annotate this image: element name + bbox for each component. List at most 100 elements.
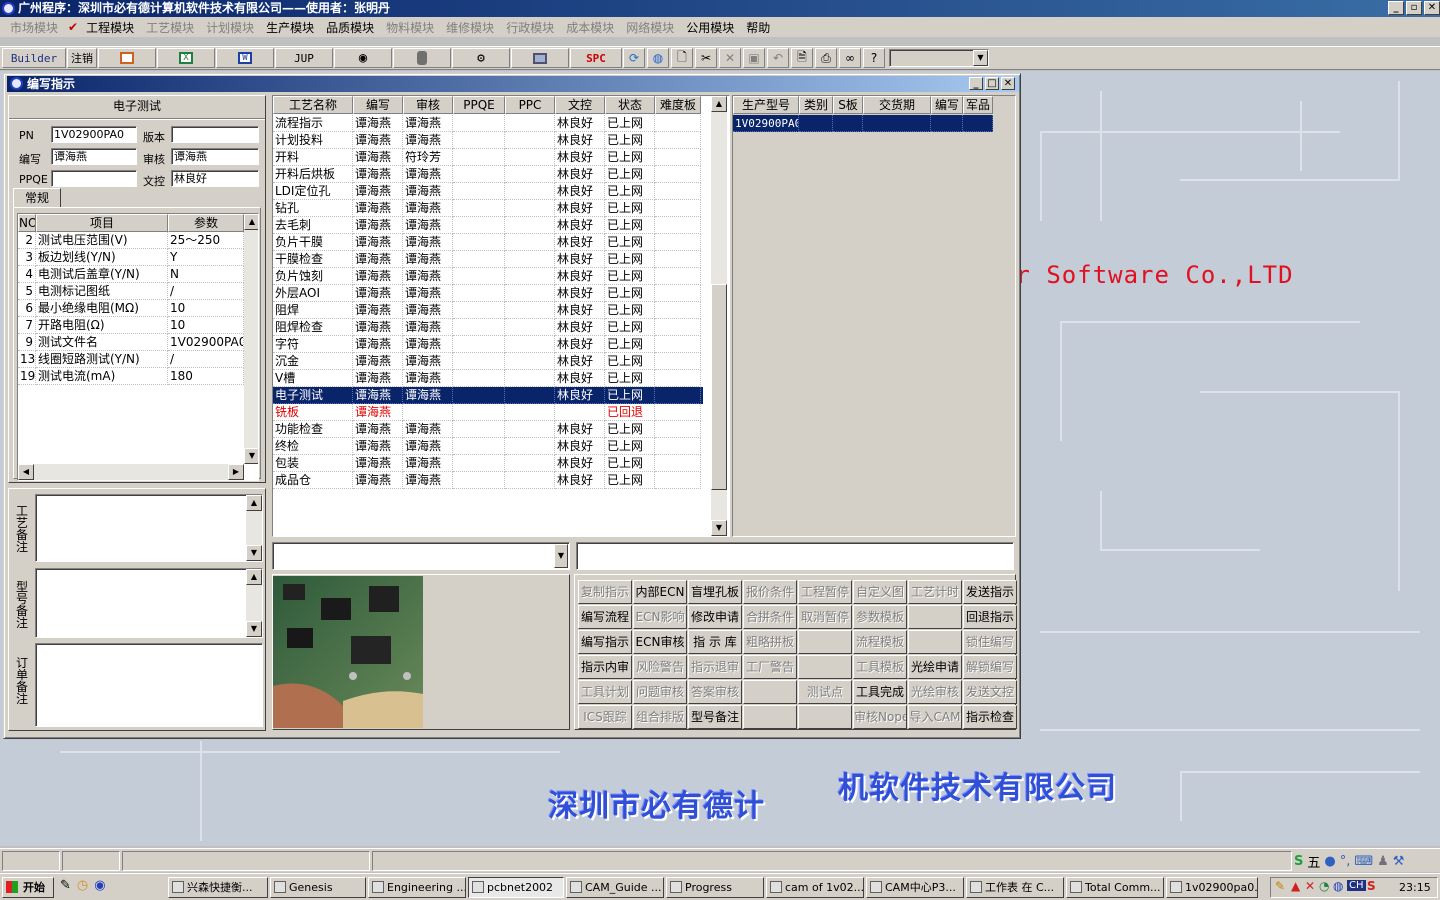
menu-item-11[interactable]: 公用模块 [680,19,740,36]
action-button-1-2[interactable]: 修改申请 [688,605,742,629]
param-row[interactable]: 3 板边划线(Y/N) Y [18,249,244,266]
process-row[interactable]: 去毛刺 谭海燕 谭海燕 林良好 已上网 [273,217,703,234]
ppt-button[interactable] [98,48,156,68]
model-header-3[interactable]: 交货期 [863,96,931,114]
action-button-4-0[interactable]: 工具计划 [578,680,632,704]
taskbar-item-9[interactable]: Total Comm... [1066,877,1164,898]
action-button-5-7[interactable]: 指示检查 [963,705,1017,729]
spc-button[interactable]: SPC [570,48,622,68]
model-header-0[interactable]: 生产型号 [733,96,799,114]
menu-item-12[interactable]: 帮助 [740,19,776,36]
window-maximize-button[interactable]: □ [985,77,999,90]
action-button-0-4[interactable]: 工程暂停 [798,580,852,604]
taskbar-item-7[interactable]: CAM中心P3... [866,877,964,898]
print-button[interactable]: ⎙ [815,48,837,68]
action-button-3-2[interactable]: 指示退审 [688,655,742,679]
keyboard-icon[interactable]: ⌨ [1354,854,1373,869]
model-note-field[interactable]: ▲ ▼ [35,568,263,638]
window-minimize-button[interactable]: _ [969,77,983,90]
database-button[interactable] [393,48,451,68]
excel-button[interactable]: X [157,48,215,68]
doc-control-field[interactable]: 林良好 [171,170,259,187]
process-header-2[interactable]: 审核 [403,96,453,114]
menu-item-3[interactable]: 计划模块 [200,19,260,36]
action-button-4-2[interactable]: 答案审核 [688,680,742,704]
menu-item-0[interactable]: 市场模块 [4,19,64,36]
model-header-5[interactable]: 军品 [963,96,993,114]
moon-icon[interactable]: ● [1324,854,1335,869]
param-row[interactable]: 7 开路电阻(Ω) 10 [18,317,244,334]
action-button-0-5[interactable]: 自定义图 [853,580,907,604]
process-row[interactable]: V槽 谭海燕 谭海燕 林良好 已上网 [273,370,703,387]
param-row[interactable]: 13 线圈短路测试(Y/N) / [18,351,244,368]
process-vertical-scrollbar[interactable]: ▲ ▼ [711,96,727,536]
process-header-0[interactable]: 工艺名称 [273,96,353,114]
builder-button[interactable]: Builder [2,48,66,68]
process-row[interactable]: 流程指示 谭海燕 谭海燕 林良好 已上网 [273,115,703,132]
process-row[interactable]: 铣板 谭海燕 已回退 [273,404,703,421]
menu-item-5[interactable]: 品质模块 [320,19,380,36]
wrench-icon[interactable]: ⚒ [1393,854,1405,869]
process-row[interactable]: 计划投料 谭海燕 谭海燕 林良好 已上网 [273,132,703,149]
process-row[interactable]: 开料后烘板 谭海燕 谭海燕 林良好 已上网 [273,166,703,183]
process-header-6[interactable]: 状态 [605,96,655,114]
param-row[interactable]: 6 最小绝缘电阻(MΩ) 10 [18,300,244,317]
process-row[interactable]: 开料 谭海燕 符玲芳 林良好 已上网 [273,149,703,166]
action-button-2-3[interactable]: 粗略拼板 [743,630,797,654]
action-button-1-7[interactable]: 回退指示 [963,605,1017,629]
sogou-icon[interactable]: S [1294,854,1303,869]
param-grid[interactable]: NO 项目 参数 2 测试电压范围(V) 25～250 3 板边划线(Y/N) Y 4 电测试… [17,213,259,481]
taskbar-item-6[interactable]: cam of 1v02... [766,877,864,898]
pcbnet-icon[interactable]: ◉ [94,878,105,893]
close-button[interactable]: ✕ [1424,1,1440,15]
undo-button[interactable]: ↶ [767,48,789,68]
language-indicator[interactable]: CH [1347,880,1366,891]
edit-icon[interactable]: ✎ [60,878,71,893]
taskbar-item-1[interactable]: Genesis [270,877,366,898]
action-button-3-3[interactable]: 工厂警告 [743,655,797,679]
action-button-4-1[interactable]: 问题审核 [633,680,687,704]
process-header-1[interactable]: 编写 [353,96,403,114]
user-icon[interactable]: ♟ [1377,854,1389,869]
action-button-2-7[interactable]: 锁住编写 [963,630,1017,654]
pn-field[interactable]: 1V02900PA0 [51,126,137,143]
action-button-0-2[interactable]: 盲埋孔板 [688,580,742,604]
process-row[interactable]: 干膜检查 谭海燕 谭海燕 林良好 已上网 [273,251,703,268]
action-button-5-3[interactable] [743,705,797,729]
action-button-4-6[interactable]: 光绘审核 [908,680,962,704]
order-note-field[interactable] [35,643,263,727]
punctuation-icon[interactable]: °, [1340,854,1351,869]
param-row[interactable]: 2 测试电压范围(V) 25～250 [18,232,244,249]
view-button[interactable]: ◉ [334,48,392,68]
param-row[interactable]: 5 电测标记图纸 / [18,283,244,300]
action-button-2-4[interactable] [798,630,852,654]
model-header-2[interactable]: S板 [833,96,863,114]
save-button[interactable]: ▣ [743,48,765,68]
process-row[interactable]: 外层AOI 谭海燕 谭海燕 林良好 已上网 [273,285,703,302]
process-row[interactable]: 功能检查 谭海燕 谭海燕 林良好 已上网 [273,421,703,438]
process-row[interactable]: LDI定位孔 谭海燕 谭海燕 林良好 已上网 [273,183,703,200]
process-row[interactable]: 包装 谭海燕 谭海燕 林良好 已上网 [273,455,703,472]
model-grid[interactable]: 生产型号 类别 S板 交货期 编写 军品 1V02900PA0 [732,95,1016,537]
process-row[interactable]: 负片干膜 谭海燕 谭海燕 林良好 已上网 [273,234,703,251]
action-button-5-2[interactable]: 型号备注 [688,705,742,729]
clock-app-icon[interactable]: ◷ [77,878,88,893]
model-row[interactable]: 1V02900PA0 [733,115,993,132]
start-button[interactable]: 开始 [2,877,54,898]
action-button-5-6[interactable]: 导入CAM [908,705,962,729]
process-combo[interactable]: ▼ [272,542,570,570]
computer-button[interactable] [511,48,569,68]
tray-icon-globe[interactable]: ◍ [1333,879,1343,893]
param-horizontal-scrollbar[interactable]: ◀ ▶ [18,464,244,480]
taskbar-item-0[interactable]: 兴森快捷衡... [168,877,268,898]
action-button-2-6[interactable] [908,630,962,654]
taskbar-item-3[interactable]: pcbnet2002 [468,877,564,898]
menu-item-6[interactable]: 物料模块 [380,19,440,36]
process-row[interactable]: 电子测试 谭海燕 谭海燕 林良好 已上网 [273,387,703,404]
param-header-item[interactable]: 项目 [36,214,168,232]
model-header-4[interactable]: 编写 [931,96,963,114]
tray-icon-x[interactable]: ✕ [1305,879,1315,893]
process-header-3[interactable]: PPQE [453,96,505,114]
chevron-down-icon[interactable]: ▼ [554,544,568,568]
action-button-5-0[interactable]: ICS跟踪 [578,705,632,729]
